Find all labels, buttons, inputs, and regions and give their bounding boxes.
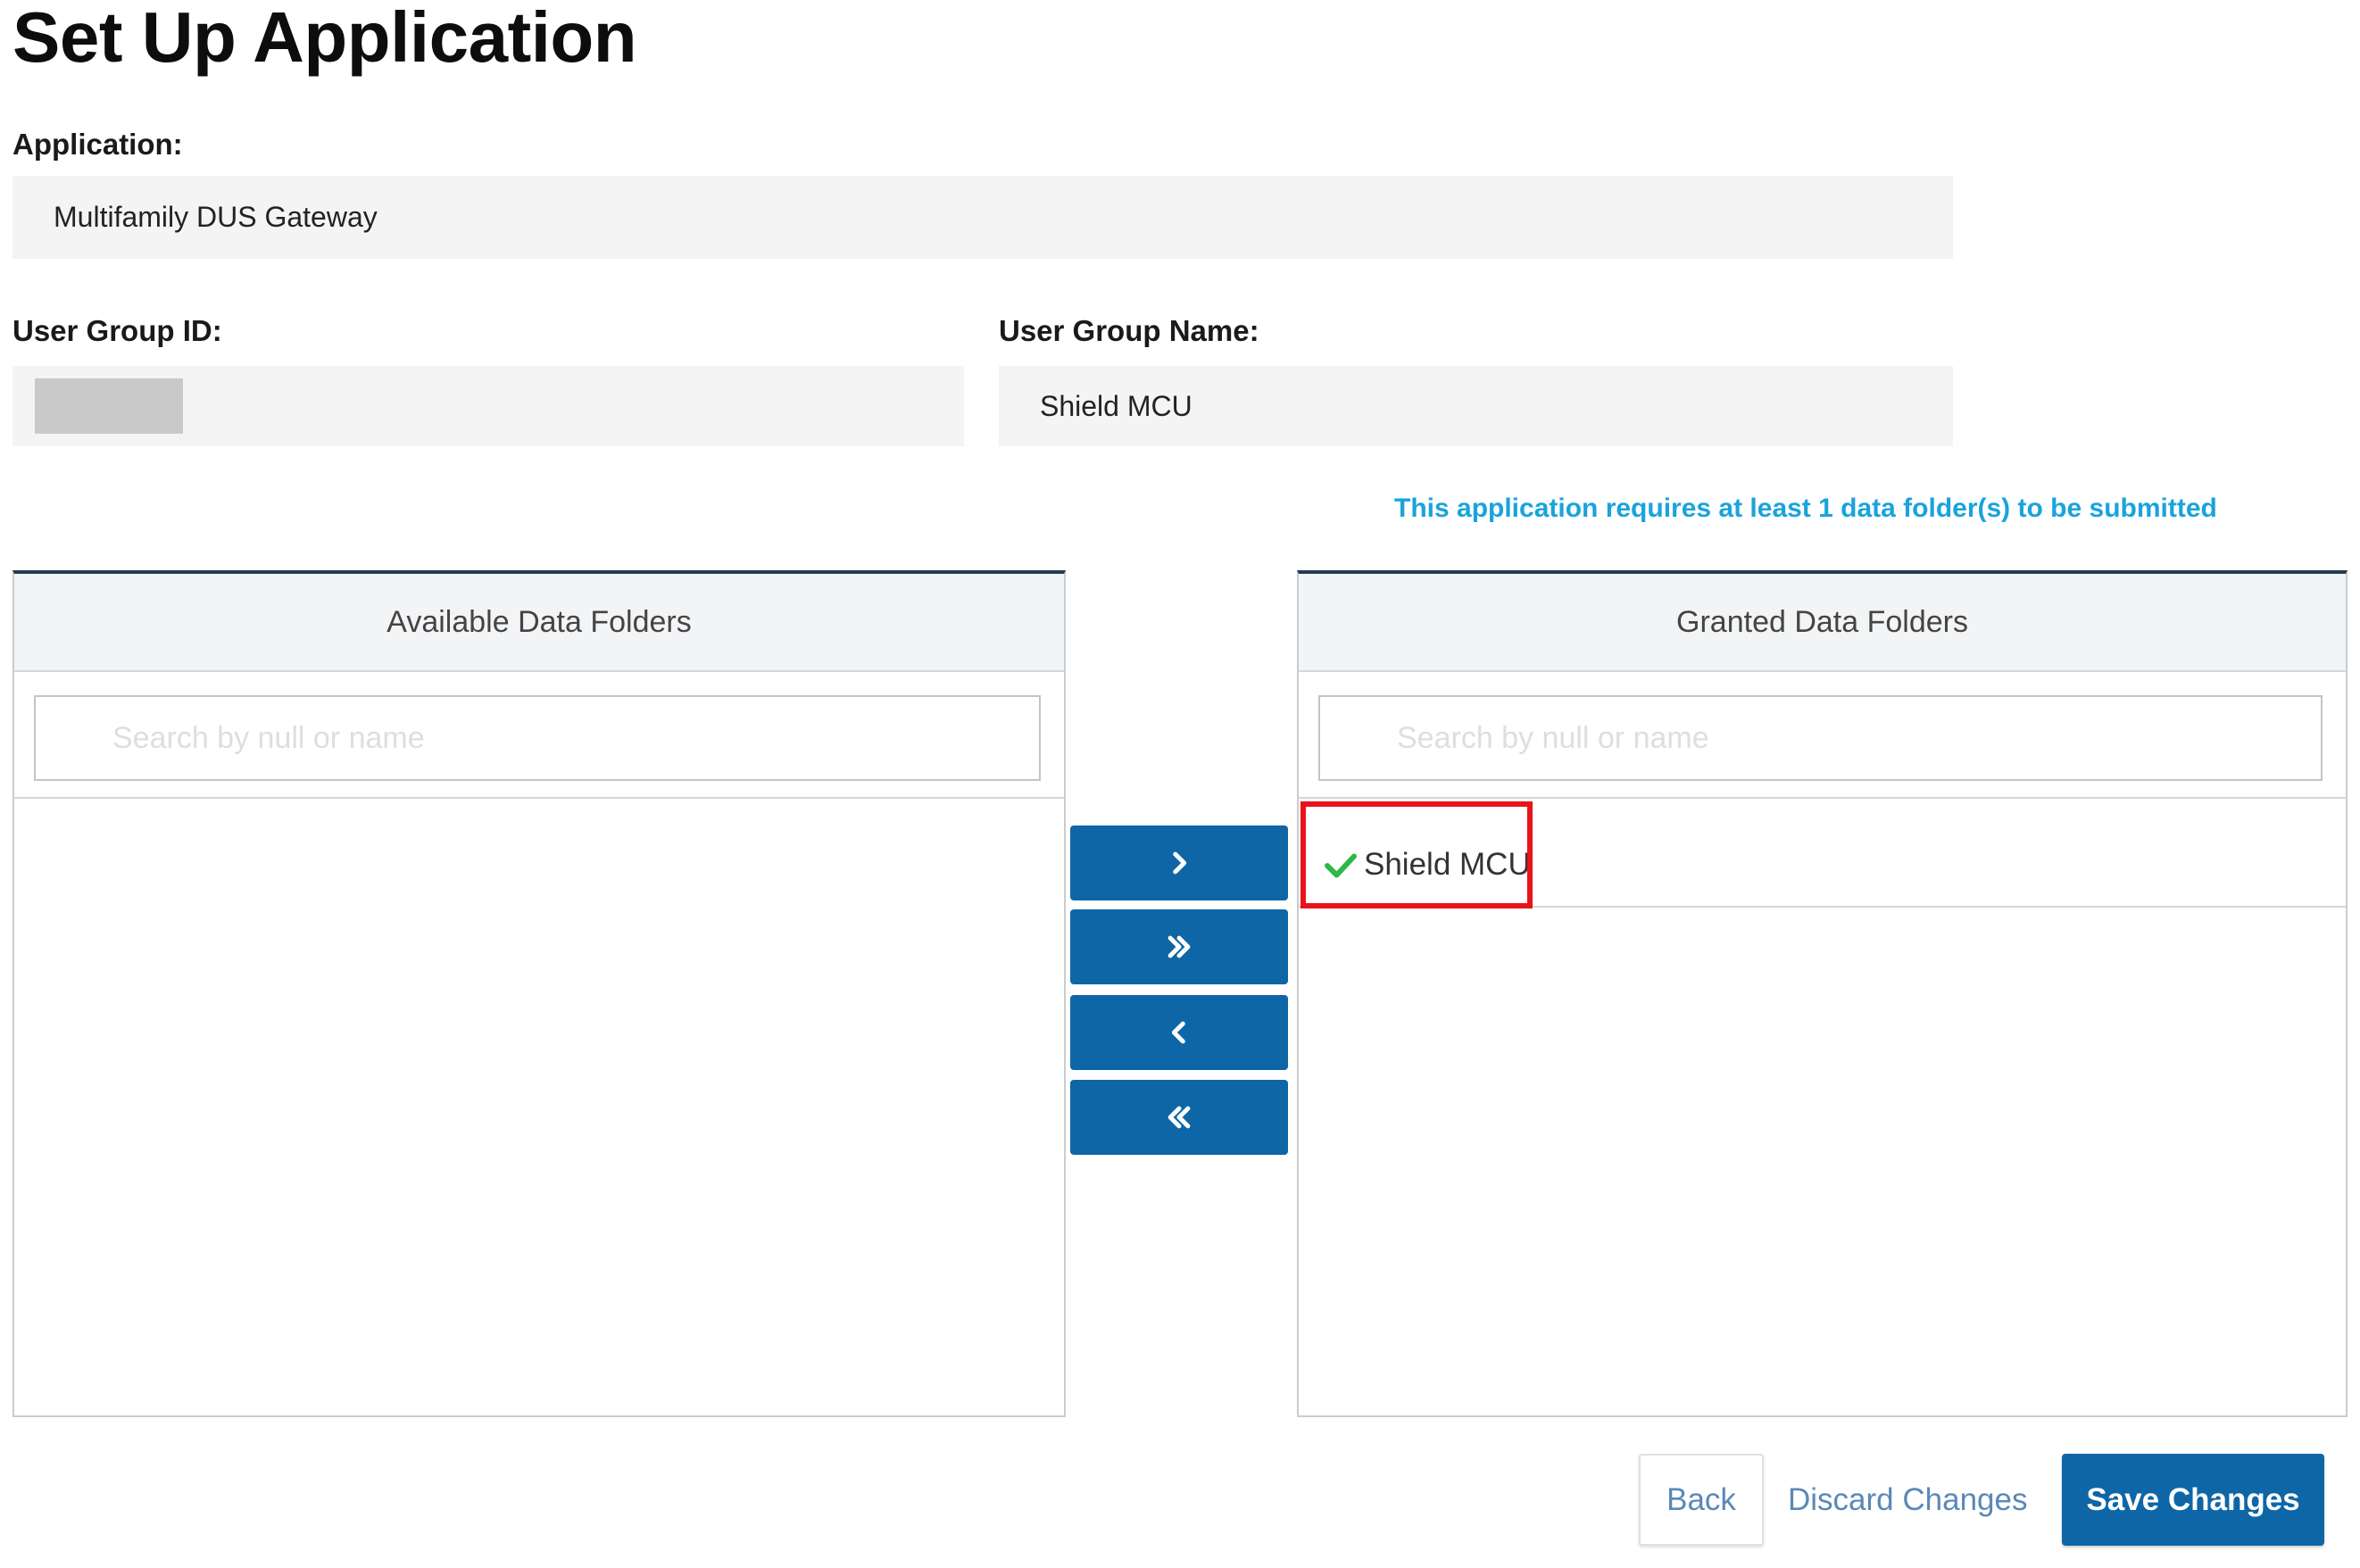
move-selected-left-button[interactable] — [1070, 995, 1288, 1070]
move-selected-right-button[interactable] — [1070, 825, 1288, 900]
available-panel-title: Available Data Folders — [386, 604, 692, 639]
double-chevron-left-icon — [1168, 1106, 1191, 1129]
page-title: Set Up Application — [12, 0, 637, 77]
user-group-id-label: User Group ID: — [12, 314, 222, 347]
highlight-annotation — [1300, 801, 1533, 908]
application-label: Application: — [12, 128, 183, 161]
granted-search-input[interactable] — [1318, 695, 2323, 781]
redacted-user-group-id — [35, 378, 183, 434]
available-panel-header: Available Data Folders — [14, 574, 1064, 672]
granted-panel-header: Granted Data Folders — [1299, 574, 2346, 672]
chevron-right-icon — [1173, 851, 1187, 875]
chevron-left-icon — [1171, 1021, 1185, 1044]
requirement-message: This application requires at least 1 dat… — [1394, 494, 2217, 523]
granted-data-folders-panel: Granted Data Folders — [1297, 570, 2348, 1417]
back-button[interactable]: Back — [1639, 1454, 1764, 1546]
application-field: Multifamily DUS Gateway — [12, 176, 1953, 259]
available-data-folders-panel: Available Data Folders — [12, 570, 1066, 1417]
save-changes-button[interactable]: Save Changes — [2062, 1454, 2324, 1546]
application-value: Multifamily DUS Gateway — [54, 201, 378, 233]
user-group-name-value: Shield MCU — [1040, 389, 1192, 422]
discard-changes-button[interactable]: Discard Changes — [1788, 1454, 2027, 1546]
available-search-input[interactable] — [34, 695, 1041, 781]
double-chevron-right-icon — [1168, 935, 1191, 958]
available-search-container — [14, 674, 1064, 799]
move-all-right-button[interactable] — [1070, 909, 1288, 984]
user-group-name-field: Shield MCU — [999, 366, 1953, 446]
user-group-name-label: User Group Name: — [999, 314, 1259, 347]
available-folder-list[interactable] — [14, 801, 1064, 1415]
granted-panel-title: Granted Data Folders — [1676, 604, 1968, 639]
move-all-left-button[interactable] — [1070, 1080, 1288, 1155]
granted-search-container — [1299, 674, 2346, 799]
